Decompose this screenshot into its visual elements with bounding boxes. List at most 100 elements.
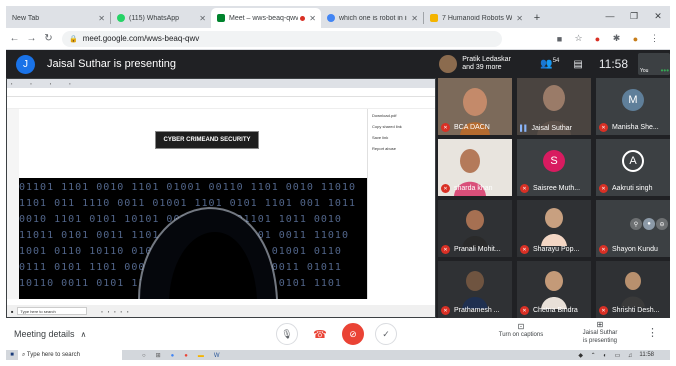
mic-off-icon: ✕ [441, 123, 450, 132]
star-icon[interactable]: ☆ [569, 33, 588, 44]
task-view-icon[interactable]: ⊞ [156, 353, 171, 359]
presenting-label-2: is presenting [582, 338, 618, 344]
remove-icon[interactable]: ⊖ [656, 218, 668, 230]
pinned-more: and 39 more [462, 64, 502, 71]
participant-tile[interactable]: ✕ Prathamesh ... [438, 261, 512, 318]
windows-icon: ■ [11, 308, 14, 314]
participant-tile[interactable]: M ✕ Manisha She... [596, 78, 670, 135]
name-label: BCA DACN [454, 124, 490, 131]
people-button[interactable]: 👥54 [540, 58, 559, 69]
taskbar-apps: ○⊞●●▬W [142, 352, 230, 359]
tab-meet[interactable]: Meet – wws-beaq-qwv ✕ [211, 8, 321, 28]
slide: CYBER CRIMEAND SECURITY 01101 1101 0010 … [19, 117, 367, 299]
mic-off-icon: ✕ [520, 245, 529, 254]
meeting-details-label: Meeting details [14, 329, 75, 339]
new-tab-button[interactable]: + [528, 8, 546, 28]
back-icon[interactable]: ← [6, 33, 23, 44]
tab-robots[interactable]: 7 Humanoid Robots Which✕ [424, 8, 528, 28]
close-window-icon[interactable]: ✕ [646, 6, 670, 28]
chat-button[interactable]: ▤ [573, 59, 582, 70]
pin-icon[interactable]: ⚲ [630, 218, 642, 230]
name-label: Pranali Mohit... [454, 246, 501, 253]
participant-grid: ✕ BCA DACN ▌▌ Jaisal Suthar M ✕ Manisha She… [438, 78, 670, 318]
panel-item: Download.pdf [372, 113, 397, 118]
participant-name: ✕ BCA DACN [441, 123, 490, 132]
tab-title: New Tab [12, 14, 40, 22]
meeting-details-button[interactable]: Meeting details ∧ [14, 329, 86, 339]
more-icon[interactable]: ••• [661, 66, 669, 75]
self-view[interactable]: You ••• [638, 53, 670, 75]
slide-title: CYBER CRIMEAND SECURITY [155, 131, 259, 149]
leave-call-button[interactable]: ☎ [309, 323, 331, 345]
meeting-controls: Meeting details ∧ 🎙 ☎ ⊘ ✓ ⊡ Turn on captio… [6, 318, 670, 350]
participant-name: ▌▌ Jaisal Suthar [520, 125, 572, 132]
presenting-title: Jaisal Suthar is presenting [47, 58, 177, 70]
address-bar[interactable]: 🔒 meet.google.com/wws-beaq-qwv [62, 30, 502, 47]
more-options-icon[interactable]: ⋮ [647, 326, 658, 339]
participant-tile[interactable]: ✕ Pranali Mohit... [438, 200, 512, 257]
chrome-icon[interactable]: ● [171, 353, 185, 359]
address-bar-row: ← → ↻ 🔒 meet.google.com/wws-beaq-qwv ■ ☆… [6, 28, 670, 50]
name-label: Shayon Kundu [612, 246, 658, 253]
meet-tray: Pratik Ledaskar and 39 more 👥54 ▤ 11:58 Y… [439, 50, 670, 78]
tab-new-tab[interactable]: New Tab ✕ [6, 8, 110, 28]
participant-tile[interactable]: ✕ Sharayu Pop... [517, 200, 591, 257]
participant-tile[interactable]: ✕ Chetna Bindra [517, 261, 591, 318]
folder-icon[interactable]: ▬ [198, 353, 214, 359]
pinned-name: Pratik Ledaskar [462, 56, 511, 63]
camera-icon[interactable]: ■ [550, 34, 569, 44]
minimize-icon[interactable]: — [598, 6, 622, 28]
participant-name: ✕ sharda khan [441, 184, 493, 193]
extensions: ■ ☆ ● ✱ ● ⋮ [550, 33, 670, 44]
forward-icon[interactable]: → [23, 33, 40, 44]
present-icon: ⊞ [596, 320, 604, 329]
speaking-indicator-icon: ▌▌ [520, 125, 529, 132]
word-icon[interactable]: W [214, 353, 230, 359]
tab-search[interactable]: which one is robot in indic ✕ [321, 8, 423, 28]
cortana-icon[interactable]: ○ [142, 353, 156, 359]
shared-screen: ▪ ▪ ▪ ▪ CYBER CRIMEAND SECURITY 01101 1101 … [6, 78, 436, 318]
chrome-icon-2[interactable]: ● [184, 353, 198, 359]
mic-icon: 🎙 [281, 328, 293, 339]
pinned-participants[interactable]: Pratik Ledaskar and 39 more [462, 56, 526, 72]
shared-address-bar [7, 88, 435, 97]
close-icon[interactable]: ✕ [309, 14, 316, 23]
tab-whatsapp[interactable]: (115) WhatsApp ✕ [111, 8, 211, 28]
raise-hand-button[interactable]: ✓ [375, 323, 397, 345]
presenting-button[interactable]: ⊞ Jaisal Suthar is presenting [566, 321, 634, 345]
taskbar-search[interactable]: ⌕ Type here to search [18, 350, 122, 360]
hacker-silhouette-icon [138, 206, 278, 299]
menu-icon[interactable]: ⋮ [645, 33, 664, 44]
captions-button[interactable]: ⊡ Turn on captions [486, 323, 556, 339]
extension-icon[interactable]: ● [588, 34, 607, 44]
profile-avatar-icon[interactable]: ● [626, 34, 645, 44]
participant-tile[interactable]: A ✕ Aakruti singh [596, 139, 670, 196]
mic-off-icon: ✕ [441, 245, 450, 254]
mic-button[interactable]: 🎙 [276, 323, 298, 345]
shared-tab-bar: ▪ ▪ ▪ ▪ [7, 79, 435, 88]
binary-background-image: 01101 1101 0010 1101 01001 00110 1101 00… [19, 178, 367, 299]
restore-icon[interactable]: ❐ [622, 6, 646, 28]
captions-label: Turn on captions [498, 332, 544, 338]
participant-name: ✕ Saisree Muth... [520, 184, 580, 193]
close-icon[interactable]: ✕ [516, 14, 523, 23]
chevron-up-icon: ∧ [80, 330, 87, 339]
close-icon[interactable]: ✕ [199, 14, 206, 23]
participant-tile[interactable]: ▌▌ Jaisal Suthar [517, 78, 591, 135]
participant-tile[interactable]: ⚲ ● ⊖ ✕ Shayon Kundu [596, 200, 670, 257]
reload-icon[interactable]: ↻ [40, 33, 57, 44]
mic-off-icon: ✕ [599, 306, 608, 315]
puzzle-icon[interactable]: ✱ [607, 33, 626, 44]
avatar [439, 55, 458, 73]
windows-start-icon[interactable]: ■ [6, 352, 18, 358]
close-icon[interactable]: ✕ [98, 14, 105, 23]
close-icon[interactable]: ✕ [411, 14, 418, 23]
participant-tile[interactable]: ✕ sharda khan [438, 139, 512, 196]
camera-button[interactable]: ⊘ [342, 323, 364, 345]
participant-tile[interactable]: ✕ Shrishti Desh... [596, 261, 670, 318]
you-label: You [640, 68, 649, 74]
captions-icon: ⊡ [517, 322, 525, 331]
mic-off-icon: ✕ [441, 306, 450, 315]
participant-tile[interactable]: S ✕ Saisree Muth... [517, 139, 591, 196]
participant-tile[interactable]: ✕ BCA DACN [438, 78, 512, 135]
